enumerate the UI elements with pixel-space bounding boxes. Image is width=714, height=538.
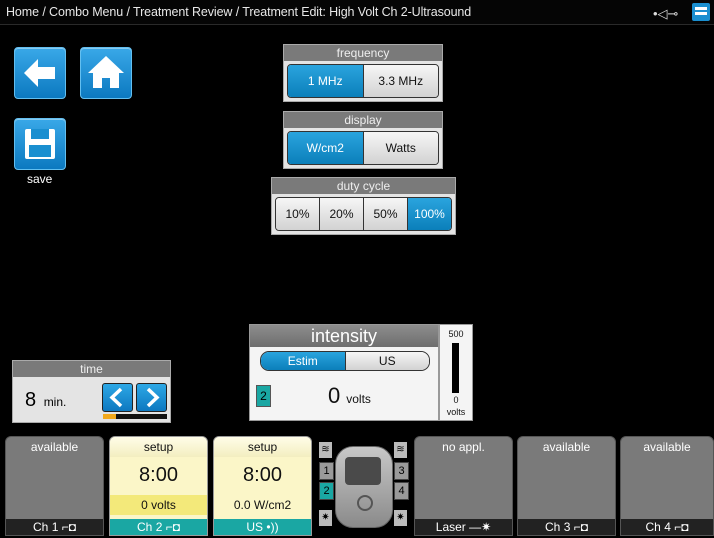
device-panel: ≋ 1 2 ✷ ≋ 3 4 ✷: [315, 436, 411, 534]
chevron-right-icon: [146, 387, 160, 408]
intensity-title: intensity: [250, 325, 438, 347]
device-led-4: 4: [394, 482, 409, 500]
laser-port-icon: ✷: [394, 510, 407, 526]
laser-tile[interactable]: no appl. Laser —✷: [414, 436, 513, 536]
duty-20-button[interactable]: 20%: [319, 198, 363, 230]
display-watts-button[interactable]: Watts: [362, 132, 438, 164]
electrode-icon: ⌐◘: [573, 520, 588, 534]
meter-min-label: 0: [453, 395, 459, 405]
display-panel: display W/cm2 Watts: [283, 111, 443, 169]
electrode-icon: ⌐◘: [61, 520, 76, 534]
device-led-2: 2: [319, 482, 334, 500]
home-button[interactable]: [80, 47, 132, 99]
sound-head-icon: ≋: [319, 442, 332, 458]
breadcrumb: Home / Combo Menu / Treatment Review / T…: [6, 5, 472, 19]
display-selector: W/cm2 Watts: [287, 131, 439, 165]
laser-status: no appl.: [442, 440, 485, 454]
time-increase-button[interactable]: [136, 383, 167, 412]
duty-50-button[interactable]: 50%: [363, 198, 407, 230]
duty-cycle-title: duty cycle: [272, 178, 455, 194]
device-knob: [357, 495, 373, 511]
us-channel-value: 0.0 W/cm2: [233, 498, 292, 512]
duty-cycle-panel: duty cycle 10% 20% 50% 100%: [271, 177, 456, 235]
channel-3-label: Ch 3: [545, 520, 571, 534]
us-channel-tile[interactable]: setup 8:00 0.0 W/cm2 US •)): [213, 436, 312, 536]
device-icon: [335, 446, 393, 528]
frequency-panel: frequency 1 MHz 3.3 MHz: [283, 44, 443, 102]
laser-icon: —✷: [469, 520, 492, 534]
channel-3-tile[interactable]: available Ch 3 ⌐◘: [517, 436, 616, 536]
channel-2-footer: Ch 2 ⌐◘: [110, 519, 207, 535]
channel-4-label: Ch 4: [645, 520, 671, 534]
channel-4-footer: Ch 4 ⌐◘: [621, 519, 713, 535]
channel-4-status: available: [643, 440, 691, 454]
intensity-estim-button[interactable]: Estim: [261, 352, 345, 370]
intensity-panel: intensity Estim US 2 0 volts: [249, 324, 439, 421]
sound-head-icon: ≋: [394, 442, 407, 458]
us-channel-time: 8:00: [243, 464, 282, 486]
frequency-1mhz-button[interactable]: 1 MHz: [288, 65, 363, 97]
channel-2-time: 8:00: [139, 464, 178, 486]
electrode-icon: ⌐◘: [165, 520, 180, 534]
intensity-readout: 0 volts: [328, 383, 371, 409]
laser-label: Laser: [435, 520, 466, 534]
us-channel-footer: US •)): [214, 519, 311, 535]
frequency-title: frequency: [284, 45, 442, 61]
channel-3-footer: Ch 3 ⌐◘: [518, 519, 615, 535]
channel-4-tile[interactable]: available Ch 4 ⌐◘: [620, 436, 714, 536]
time-decrease-button[interactable]: [102, 383, 133, 412]
meter-unit-label: volts: [446, 407, 466, 417]
channel-1-footer: Ch 1 ⌐◘: [6, 519, 103, 535]
intensity-us-button[interactable]: US: [344, 352, 429, 370]
usb-icon: •◁⊸: [653, 6, 679, 21]
intensity-channel-badge: 2: [256, 385, 271, 407]
time-panel: time 8 min.: [12, 360, 171, 423]
laser-port-icon: ✷: [319, 510, 332, 526]
channel-1-tile[interactable]: available Ch 1 ⌐◘: [5, 436, 104, 536]
duty-cycle-selector: 10% 20% 50% 100%: [275, 197, 452, 231]
time-progress-fill: [103, 414, 116, 419]
intensity-mode-selector: Estim US: [260, 351, 430, 371]
channel-1-status: available: [30, 440, 79, 454]
device-led-3: 3: [394, 462, 409, 480]
channel-2-label: Ch 2: [137, 520, 163, 534]
channel-2-status: setup: [110, 437, 207, 457]
duty-100-button[interactable]: 100%: [407, 198, 451, 230]
floppy-icon: [25, 129, 55, 159]
meter-bar: [452, 343, 459, 393]
home-icon: [88, 56, 124, 88]
channel-2-tile[interactable]: setup 8:00 0 volts Ch 2 ⌐◘: [109, 436, 208, 536]
display-title: display: [284, 112, 442, 128]
frequency-selector: 1 MHz 3.3 MHz: [287, 64, 439, 98]
channel-2-value: 0 volts: [110, 495, 207, 515]
time-title: time: [13, 361, 170, 377]
back-button[interactable]: [14, 47, 66, 99]
device-led-1: 1: [319, 462, 334, 480]
output-meter: 500 0 volts: [439, 324, 473, 421]
time-progress-bar: [103, 414, 167, 419]
channel-1-label: Ch 1: [33, 520, 59, 534]
channel-3-status: available: [542, 440, 591, 454]
electrode-icon: ⌐◘: [674, 520, 689, 534]
meter-max-label: 500: [448, 329, 464, 339]
display-wcm2-button[interactable]: W/cm2: [288, 132, 363, 164]
laser-footer: Laser —✷: [415, 519, 512, 535]
device-screen: [345, 457, 381, 485]
chevron-left-icon: [109, 387, 123, 408]
intensity-unit: volts: [346, 392, 371, 406]
time-unit: min.: [43, 395, 67, 409]
us-channel-label: US: [246, 520, 264, 534]
time-value: 8: [25, 389, 37, 411]
save-label: save: [27, 172, 53, 186]
arrow-left-icon: [24, 59, 55, 87]
time-display: 8 min.: [25, 389, 66, 412]
us-channel-status: setup: [214, 437, 311, 457]
ultrasound-icon: •)): [266, 520, 279, 534]
drive-icon: [692, 3, 710, 21]
duty-10-button[interactable]: 10%: [276, 198, 319, 230]
intensity-value: 0: [328, 383, 341, 408]
save-button[interactable]: [14, 118, 66, 170]
frequency-3mhz-button[interactable]: 3.3 MHz: [362, 65, 438, 97]
